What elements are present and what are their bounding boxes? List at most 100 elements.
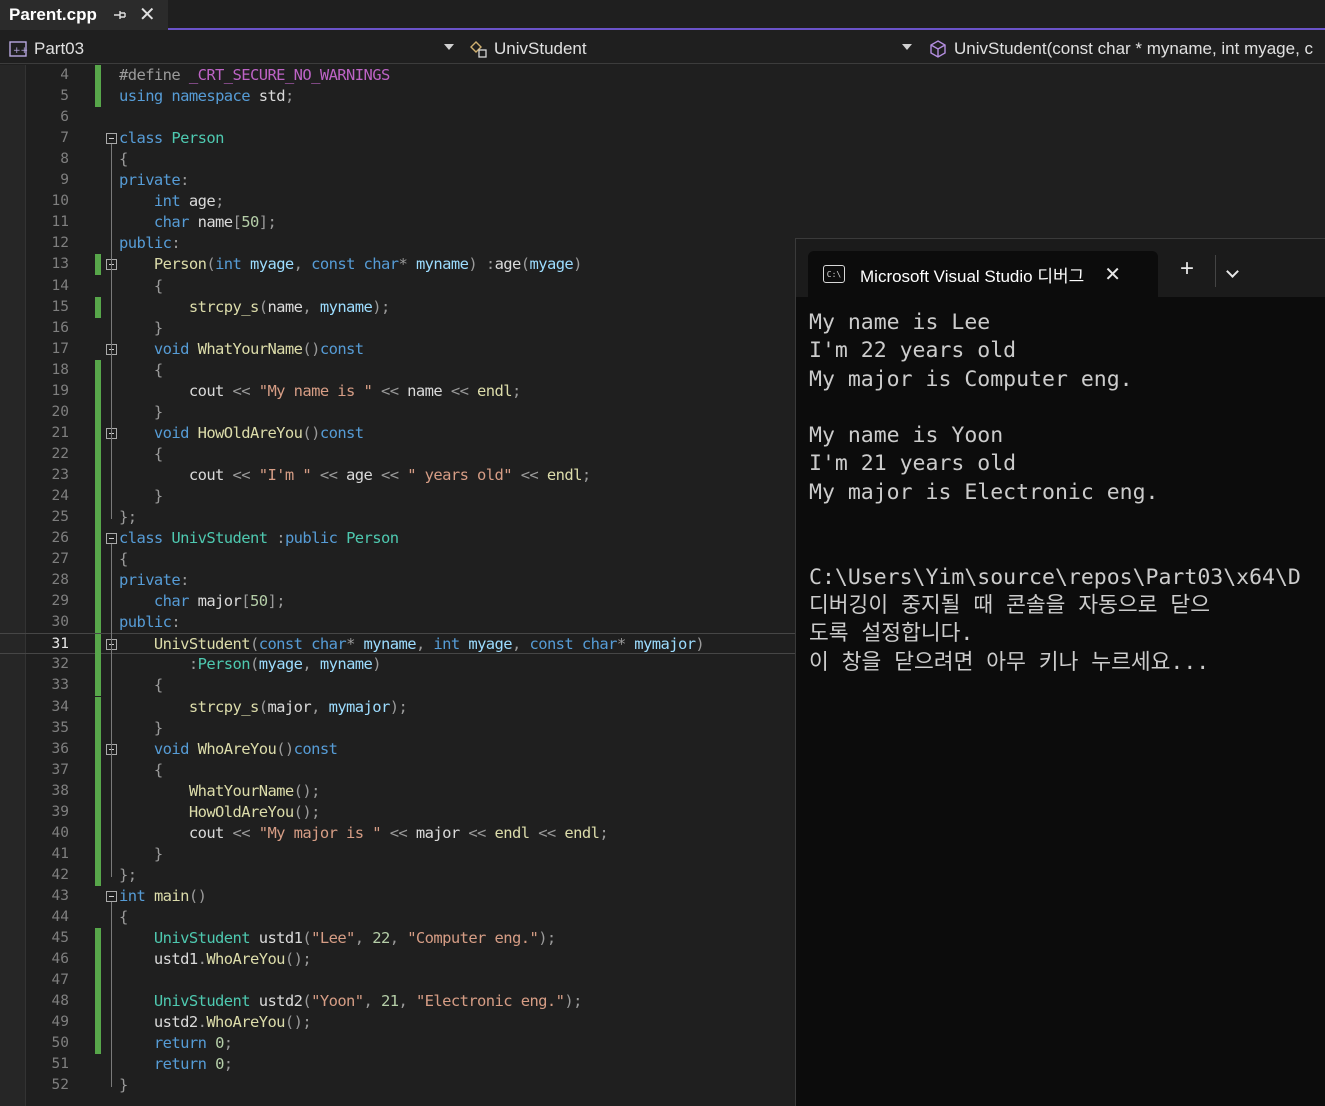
code-line[interactable]: 33 { (0, 675, 795, 697)
code-line[interactable]: 26 class UnivStudent :public Person (0, 528, 795, 550)
code-text: int age; (119, 192, 224, 210)
code-line[interactable]: 40 cout << "My major is " << major << en… (0, 822, 795, 844)
code-line[interactable]: 44 { (0, 907, 795, 928)
code-text: } (119, 487, 163, 505)
code-editor[interactable]: 4 #define _CRT_SECURE_NO_WARNINGS 5 using n… (0, 65, 795, 1106)
code-line[interactable]: 24 } (0, 486, 795, 507)
collapse-icon[interactable] (106, 890, 117, 902)
code-line[interactable]: 27 { (0, 549, 795, 571)
code-line[interactable]: 46 ustd1.WhoAreYou(); (0, 949, 795, 971)
change-indicator (95, 549, 101, 571)
code-line[interactable]: 6 (0, 107, 795, 128)
code-line[interactable]: 52} (0, 1075, 795, 1096)
member-dropdown[interactable]: UnivStudent(const char * myname, int mya… (924, 35, 1325, 62)
code-line[interactable]: 43 int main() (0, 886, 795, 907)
chevron-down-icon[interactable] (1226, 265, 1239, 278)
code-token: UnivStudent (119, 635, 251, 654)
code-token: const (529, 635, 582, 654)
code-line[interactable]: 10 int age; (0, 191, 795, 212)
line-number: 13 (51, 256, 69, 273)
line-number: 10 (51, 193, 69, 210)
code-line[interactable]: 22 { (0, 443, 795, 465)
code-text: char name[50]; (119, 213, 277, 232)
code-token: ustd1 (258, 929, 303, 948)
code-line[interactable]: 29 char major[50]; (0, 591, 795, 613)
code-line[interactable]: 16 } (0, 318, 795, 339)
code-line[interactable]: 38 WhatYourName(); (0, 780, 795, 802)
code-text: private: (119, 571, 189, 589)
code-line[interactable]: 32 :Person(myage, myname) (0, 654, 795, 676)
change-indicator (95, 380, 101, 402)
code-line[interactable]: 31 UnivStudent(const char* myname, int m… (0, 633, 795, 656)
code-line[interactable]: 5 using namespace std; (0, 86, 795, 108)
code-text: { (119, 676, 163, 694)
code-line[interactable]: 37 { (0, 759, 795, 781)
code-line[interactable]: 19 cout << "My name is " << name << endl… (0, 380, 795, 402)
new-tab-button[interactable]: + (1180, 257, 1194, 281)
code-text: public: (119, 234, 181, 252)
code-line[interactable]: 51 return 0; (0, 1054, 795, 1075)
code-line[interactable]: 39 HowOldAreYou(); (0, 801, 795, 823)
code-token: () (302, 339, 320, 358)
code-token: const (311, 255, 364, 274)
collapse-icon[interactable] (106, 533, 117, 545)
code-line[interactable]: 50 return 0; (0, 1033, 795, 1055)
code-line[interactable]: 7 class Person (0, 128, 795, 149)
code-token: ]; (267, 592, 285, 611)
code-line[interactable]: 21 void HowOldAreYou()const (0, 422, 795, 444)
code-line[interactable]: 35 } (0, 717, 795, 739)
close-icon[interactable]: ✕ (1104, 262, 1121, 287)
code-line[interactable]: 15 strcpy_s(name, myname); (0, 296, 795, 318)
class-dropdown[interactable]: UnivStudent (464, 35, 916, 62)
line-number: 17 (51, 340, 69, 357)
console-tab[interactable]: C:\ Microsoft Visual Studio 디버그 ✕ (808, 251, 1158, 297)
debug-console-window[interactable]: C:\ Microsoft Visual Studio 디버그 ✕ + My n… (795, 238, 1325, 1106)
code-line[interactable]: 14 { (0, 276, 795, 297)
code-line[interactable]: 4 #define _CRT_SECURE_NO_WARNINGS (0, 65, 795, 86)
code-token: ; (215, 192, 224, 211)
code-token: ]; (258, 213, 277, 232)
close-icon[interactable]: ✕ (139, 5, 156, 25)
code-line[interactable]: 8{ (0, 149, 795, 170)
code-line[interactable]: 45 UnivStudent ustd1("Lee", 22, "Compute… (0, 928, 795, 950)
code-line[interactable]: 9 private: (0, 170, 795, 191)
change-indicator (95, 443, 101, 465)
code-token: : (276, 529, 285, 548)
tab-parent-cpp[interactable]: Parent.cpp ✕ (0, 0, 168, 30)
pin-icon[interactable] (111, 7, 127, 23)
code-line[interactable]: 18 { (0, 359, 795, 381)
code-line[interactable]: 20 } (0, 401, 795, 423)
code-token: return (119, 1034, 216, 1053)
code-token: : (180, 571, 189, 590)
code-line[interactable]: 41 } (0, 843, 795, 865)
code-token: ( (302, 929, 312, 948)
code-token: ( (520, 255, 530, 274)
code-token: "My major is " (258, 823, 390, 842)
code-line[interactable]: 48 UnivStudent ustd2("Yoon", 21, "Electr… (0, 991, 795, 1013)
code-line[interactable]: 23 cout << "I'm " << age << " years old"… (0, 464, 795, 486)
code-line[interactable]: 42}; (0, 864, 795, 886)
project-icon: ++ (9, 40, 28, 57)
code-line[interactable]: 47 (0, 970, 795, 992)
code-line[interactable]: 36 void WhoAreYou()const (0, 738, 795, 760)
project-dropdown[interactable]: ++ Part03 (4, 35, 458, 62)
code-line[interactable]: 34 strcpy_s(major, mymajor); (0, 696, 795, 718)
code-line[interactable]: 28 private: (0, 570, 795, 592)
code-line[interactable]: 11 char name[50]; (0, 212, 795, 233)
code-token: myname (415, 255, 469, 274)
console-output: My name is Lee I'm 22 years old My major… (809, 310, 1301, 675)
code-line[interactable]: 25}; (0, 507, 795, 529)
code-token: UnivStudent (171, 529, 277, 548)
code-line[interactable]: 13 Person(int myage, const char* myname)… (0, 254, 795, 276)
code-line[interactable]: 30 public: (0, 612, 795, 634)
change-indicator (95, 634, 101, 656)
code-line[interactable]: 17 void WhatYourName()const (0, 339, 795, 360)
code-token: _CRT_SECURE_NO_WARNINGS (188, 66, 390, 84)
code-line[interactable]: 12 public: (0, 233, 795, 254)
collapse-icon[interactable] (106, 133, 117, 145)
code-token: << (450, 381, 478, 400)
code-token: ; (223, 1034, 233, 1053)
code-token: ; (223, 1055, 233, 1074)
code-token: { (119, 676, 163, 695)
code-line[interactable]: 49 ustd2.WhoAreYou(); (0, 1012, 795, 1034)
